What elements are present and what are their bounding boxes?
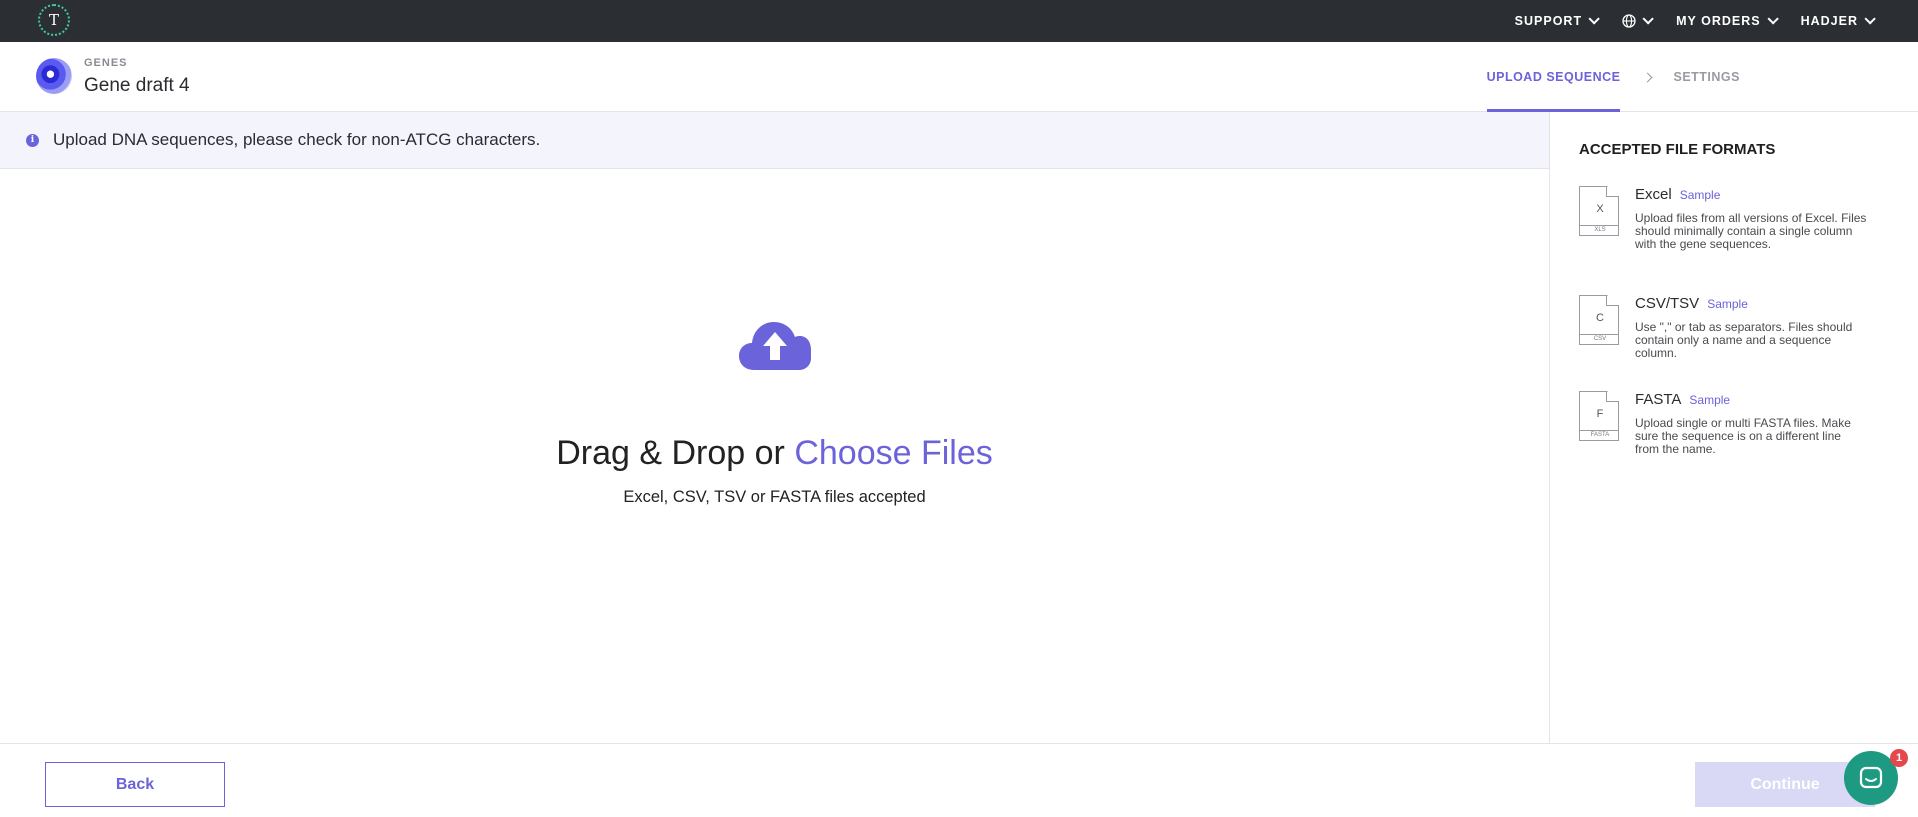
top-navbar: T SUPPORT MY ORDERS HADJER	[0, 0, 1918, 42]
step-tabs: UPLOAD SEQUENCE SETTINGS	[1486, 42, 1740, 112]
page-title: Gene draft 4	[84, 75, 190, 96]
chevron-down-icon	[1588, 13, 1600, 25]
format-description: Upload single or multi FASTA files. Make…	[1635, 416, 1851, 456]
format-name-text: Excel	[1635, 186, 1672, 203]
dropzone-subtitle: Excel, CSV, TSV or FASTA files accepted	[623, 488, 926, 506]
sample-link-excel[interactable]: Sample	[1680, 188, 1721, 202]
user-menu[interactable]: HADJER	[1800, 13, 1876, 28]
brand-logo-letter: T	[48, 11, 59, 29]
cloud-upload-icon	[739, 322, 811, 370]
file-letter: X	[1596, 203, 1604, 215]
chat-icon	[1859, 766, 1883, 789]
format-description: Use "," or tab as separators. Files shou…	[1635, 320, 1853, 360]
tab-settings[interactable]: SETTINGS	[1673, 42, 1740, 112]
dropzone-title: Drag & Drop or Choose Files	[0, 434, 1549, 473]
dropzone-title-prefix: Drag & Drop or	[556, 434, 795, 472]
file-fold	[1606, 186, 1619, 197]
file-ext: XLS	[1580, 225, 1619, 233]
page-footer: Back Continue	[0, 743, 1918, 817]
file-fold	[1606, 391, 1619, 402]
formats-title: ACCEPTED FILE FORMATS	[1579, 141, 1776, 158]
step-separator	[1620, 42, 1673, 112]
file-letter: C	[1596, 312, 1604, 324]
tab-upload-sequence[interactable]: UPLOAD SEQUENCE	[1486, 42, 1621, 112]
file-letter: F	[1596, 408, 1604, 420]
my-orders-label: MY ORDERS	[1676, 14, 1761, 28]
format-name-text: FASTA	[1635, 391, 1682, 408]
format-name: FASTA Sample	[1635, 391, 1730, 408]
sample-link-fasta[interactable]: Sample	[1689, 393, 1730, 407]
info-banner: i Upload DNA sequences, please check for…	[0, 112, 1549, 169]
choose-files-link[interactable]: Choose Files	[794, 434, 992, 472]
format-description: Upload files from all versions of Excel.…	[1635, 211, 1867, 251]
support-label: SUPPORT	[1514, 14, 1583, 28]
page-header: GENES Gene draft 4 UPLOAD SEQUENCE SETTI…	[0, 42, 1918, 112]
chevron-down-icon	[1767, 13, 1779, 25]
brand-logo[interactable]: T	[38, 4, 70, 36]
chevron-down-icon	[1642, 13, 1654, 25]
globe-icon	[1622, 14, 1636, 28]
top-nav: SUPPORT MY ORDERS HADJER	[1514, 0, 1876, 42]
user-name: HADJER	[1800, 14, 1858, 28]
chevron-right-icon	[1643, 72, 1653, 82]
chat-notification-badge: 1	[1890, 749, 1908, 767]
file-ext: CSV	[1580, 334, 1619, 342]
file-ext: FASTA	[1580, 430, 1619, 438]
format-name: Excel Sample	[1635, 186, 1720, 203]
gene-logo-icon	[36, 58, 72, 94]
chevron-down-icon	[1864, 13, 1876, 25]
info-icon: i	[26, 133, 39, 147]
info-banner-text: Upload DNA sequences, please check for n…	[53, 130, 541, 149]
file-fold	[1606, 295, 1619, 306]
format-name: CSV/TSV Sample	[1635, 295, 1748, 312]
my-orders-menu[interactable]: MY ORDERS	[1676, 13, 1779, 28]
breadcrumb[interactable]: GENES	[84, 57, 128, 69]
back-button[interactable]: Back	[45, 762, 225, 807]
support-menu[interactable]: SUPPORT	[1514, 13, 1600, 28]
file-dropzone[interactable]: Drag & Drop or Choose Files Excel, CSV, …	[0, 170, 1549, 743]
language-menu[interactable]	[1622, 13, 1654, 28]
accepted-formats-panel: ACCEPTED FILE FORMATS X XLS Excel Sample …	[1549, 112, 1918, 743]
format-name-text: CSV/TSV	[1635, 295, 1700, 312]
sample-link-csv[interactable]: Sample	[1707, 297, 1748, 311]
